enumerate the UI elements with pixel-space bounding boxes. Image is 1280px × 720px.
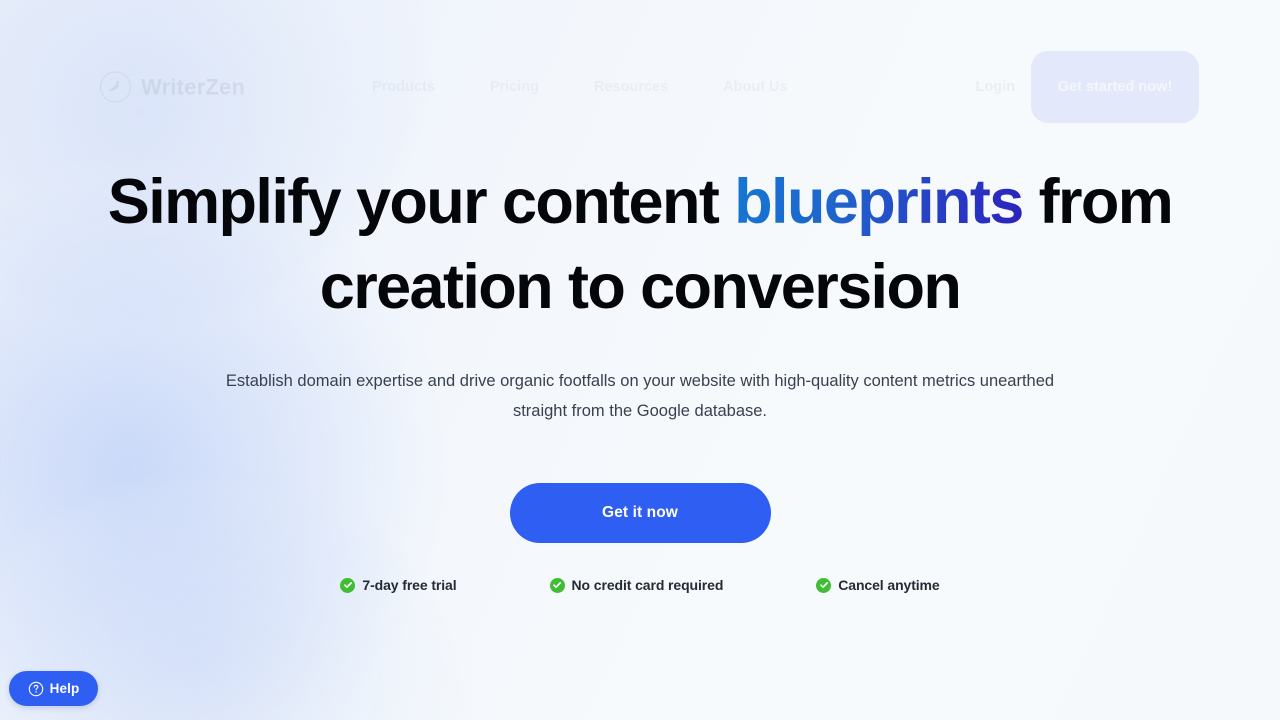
writerzen-circle-logo-icon [100, 71, 131, 103]
trust-badge-no-credit-card: No credit card required [549, 577, 724, 593]
trust-badges: 7-day free trial No credit card required… [0, 577, 1280, 593]
get-started-now-button[interactable]: Get started now! [1031, 51, 1199, 123]
nav-item-pricing[interactable]: Pricing [490, 73, 539, 101]
navbar-actions: Login Get started now! [976, 51, 1199, 123]
nav-item-resources[interactable]: Resources [594, 73, 668, 101]
brand-name: WriterZen [141, 74, 246, 99]
check-circle-icon [549, 577, 565, 593]
hero-title-part-1: Simplify your content [107, 167, 735, 237]
hero-cta-container: Get it now [0, 483, 1280, 543]
check-circle-icon [816, 577, 832, 593]
trust-badge-label: Cancel anytime [838, 577, 940, 593]
trust-badge-label: No credit card required [571, 577, 724, 593]
help-widget-label: Help [49, 681, 80, 696]
trust-badge-cancel-anytime: Cancel anytime [816, 577, 940, 593]
get-started-now-label: Get started now! [1057, 79, 1173, 95]
navbar: WriterZen Products Pricing Resources Abo… [0, 51, 1280, 123]
login-link[interactable]: Login [976, 79, 1015, 95]
trust-badge-label: 7-day free trial [362, 577, 457, 593]
page-title: Simplify your content blueprints from cr… [80, 160, 1200, 330]
nav-item-products[interactable]: Products [372, 73, 435, 101]
check-circle-icon [340, 577, 356, 593]
hero-section: Simplify your content blueprints from cr… [0, 160, 1280, 426]
question-mark-circle-icon [28, 681, 43, 696]
landing-page: WriterZen Products Pricing Resources Abo… [0, 0, 1280, 720]
site-header: WriterZen Products Pricing Resources Abo… [0, 0, 1280, 175]
help-widget-button[interactable]: Help [9, 671, 98, 706]
nav-item-about-us[interactable]: About Us [723, 73, 787, 101]
hero-subtitle: Establish domain expertise and drive org… [225, 372, 1055, 420]
get-it-now-button[interactable]: Get it now [509, 483, 771, 543]
trust-badge-free-trial: 7-day free trial [340, 577, 457, 593]
brand-logo[interactable]: WriterZen [100, 71, 246, 103]
hero-title-highlight: blueprints [734, 167, 1024, 237]
primary-navigation: Products Pricing Resources About Us [372, 73, 788, 101]
